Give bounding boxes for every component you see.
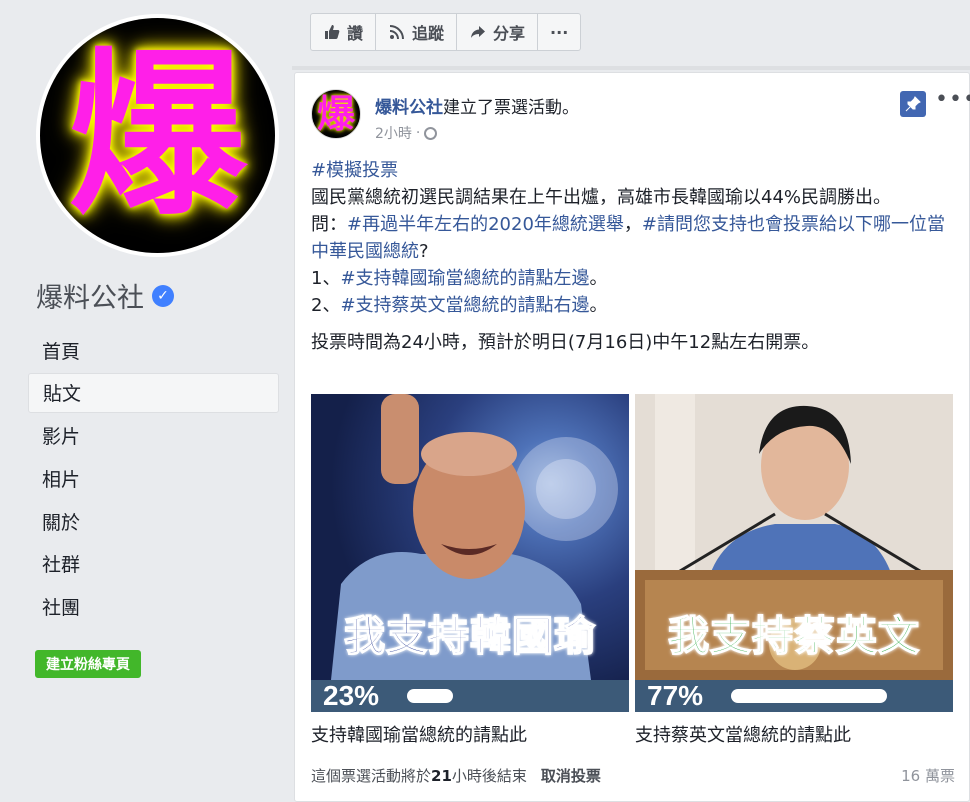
like-label: 讚: [347, 24, 364, 43]
poll-option-right[interactable]: 我支持蔡英文 77%: [635, 394, 953, 712]
option-number: 1、: [311, 268, 341, 289]
post-action-text: 建立了票選活動。: [443, 98, 579, 118]
profile-picture-image: 爆: [40, 18, 275, 253]
post-header: 爆料公社建立了票選活動。: [375, 93, 579, 118]
nav-item-home[interactable]: 首頁: [28, 330, 279, 370]
post-paragraph: 國民黨總統初選民調結果在上午出爐，高雄市長韓國瑜以44%民調勝出。: [311, 187, 892, 208]
page-name-text[interactable]: 爆料公社: [36, 276, 144, 315]
page-nav: 首頁 貼文 影片 相片 關於 社群 社團: [28, 330, 279, 630]
poll-overlay-text: 我支持蔡英文: [667, 611, 920, 661]
create-page-button[interactable]: 建立粉絲專頁: [35, 650, 141, 678]
follow-label: 追蹤: [412, 24, 445, 43]
text-end: 。: [589, 268, 608, 289]
hours-remaining: 21: [431, 767, 452, 785]
text-separator: ，: [623, 214, 642, 235]
page-action-bar: 讚 追蹤 分享 ···: [310, 13, 582, 51]
rss-follow-icon: [388, 23, 406, 41]
poll-progress-fill: [731, 689, 887, 703]
poll-post-card: 爆 爆料公社建立了票選活動。 2小時 · ••• #模擬投票 國民黨總統初選民調…: [294, 72, 970, 802]
nav-item-groups[interactable]: 社團: [28, 587, 279, 627]
hashtag-link[interactable]: #支持韓國瑜當總統的請點左邊: [340, 268, 589, 289]
nav-item-photos[interactable]: 相片: [28, 458, 279, 498]
post-text: #模擬投票 國民黨總統初選民調結果在上午出爐，高雄市長韓國瑜以44%民調勝出。 …: [311, 157, 951, 356]
public-globe-icon: [424, 126, 438, 140]
meta-separator: ·: [415, 125, 421, 141]
post-author-name[interactable]: 爆料公社: [375, 98, 443, 118]
poll-option-label[interactable]: 支持蔡英文當總統的請點此: [635, 721, 851, 747]
vote-count[interactable]: 16 萬票: [901, 765, 955, 786]
verified-badge-icon: ✓: [152, 284, 174, 307]
poll-result-bar: 77%: [635, 680, 953, 712]
like-button[interactable]: 讚: [311, 14, 377, 50]
follow-button[interactable]: 追蹤: [376, 14, 458, 50]
hashtag-link[interactable]: #模擬投票: [311, 160, 398, 181]
poll-footer: 這個票選活動將於21小時後結束 取消投票 16 萬票: [311, 765, 955, 786]
post-author-avatar[interactable]: 爆: [311, 89, 361, 139]
post-meta: 2小時 ·: [375, 123, 438, 143]
more-options-button[interactable]: ···: [538, 14, 580, 50]
divider: [292, 66, 970, 70]
poll-result-bar: 23%: [311, 680, 629, 712]
more-options-icon: ···: [550, 22, 569, 42]
hashtag-link[interactable]: #再過半年左右的2020年總統選舉: [347, 214, 624, 235]
text-end: ?: [419, 241, 429, 262]
poll-percent-label: 77%: [647, 680, 704, 711]
poll-progress-fill: [407, 689, 453, 703]
left-sidebar: 爆 爆料公社 ✓ 首頁 貼文 影片 相片 關於 社群 社團 建立粉絲專頁: [0, 0, 292, 802]
pin-post-button[interactable]: [900, 91, 926, 117]
page-name-heading[interactable]: 爆料公社 ✓: [36, 276, 174, 315]
poll-overlay-text: 我支持韓國瑜: [343, 611, 596, 661]
poll-end-notice: 這個票選活動將於21小時後結束: [311, 765, 527, 786]
post-more-icon[interactable]: •••: [935, 87, 970, 112]
cancel-vote-link[interactable]: 取消投票: [541, 765, 601, 786]
ends-suffix: 小時後結束: [451, 767, 527, 785]
ends-prefix: 這個票選活動將於: [311, 767, 432, 785]
option-number: 2、: [311, 295, 341, 316]
nav-item-about[interactable]: 關於: [28, 501, 279, 541]
poll-percent-label: 23%: [323, 680, 380, 711]
post-timestamp[interactable]: 2小時: [375, 123, 412, 143]
author-logo-character: 爆: [316, 92, 355, 136]
hashtag-link[interactable]: #支持蔡英文當總統的請點右邊: [340, 295, 589, 316]
share-label: 分享: [493, 24, 526, 43]
nav-item-posts[interactable]: 貼文: [28, 372, 279, 413]
share-button[interactable]: 分享: [457, 14, 539, 50]
question-prefix: 問：: [311, 214, 347, 235]
nav-item-videos[interactable]: 影片: [28, 416, 279, 456]
profile-logo-character: 爆: [68, 31, 247, 239]
page-profile-picture[interactable]: 爆: [36, 14, 279, 257]
share-arrow-icon: [469, 23, 487, 41]
poll-option-label[interactable]: 支持韓國瑜當總統的請點此: [311, 721, 527, 747]
text-end: 。: [589, 295, 608, 316]
post-paragraph: 投票時間為24小時，預計於明日(7月16日)中午12點左右開票。: [311, 332, 820, 353]
nav-item-community[interactable]: 社群: [28, 544, 279, 584]
pin-icon: [905, 96, 921, 112]
thumbs-up-icon: [323, 23, 341, 41]
poll-option-left[interactable]: 我支持韓國瑜 23%: [311, 394, 629, 712]
